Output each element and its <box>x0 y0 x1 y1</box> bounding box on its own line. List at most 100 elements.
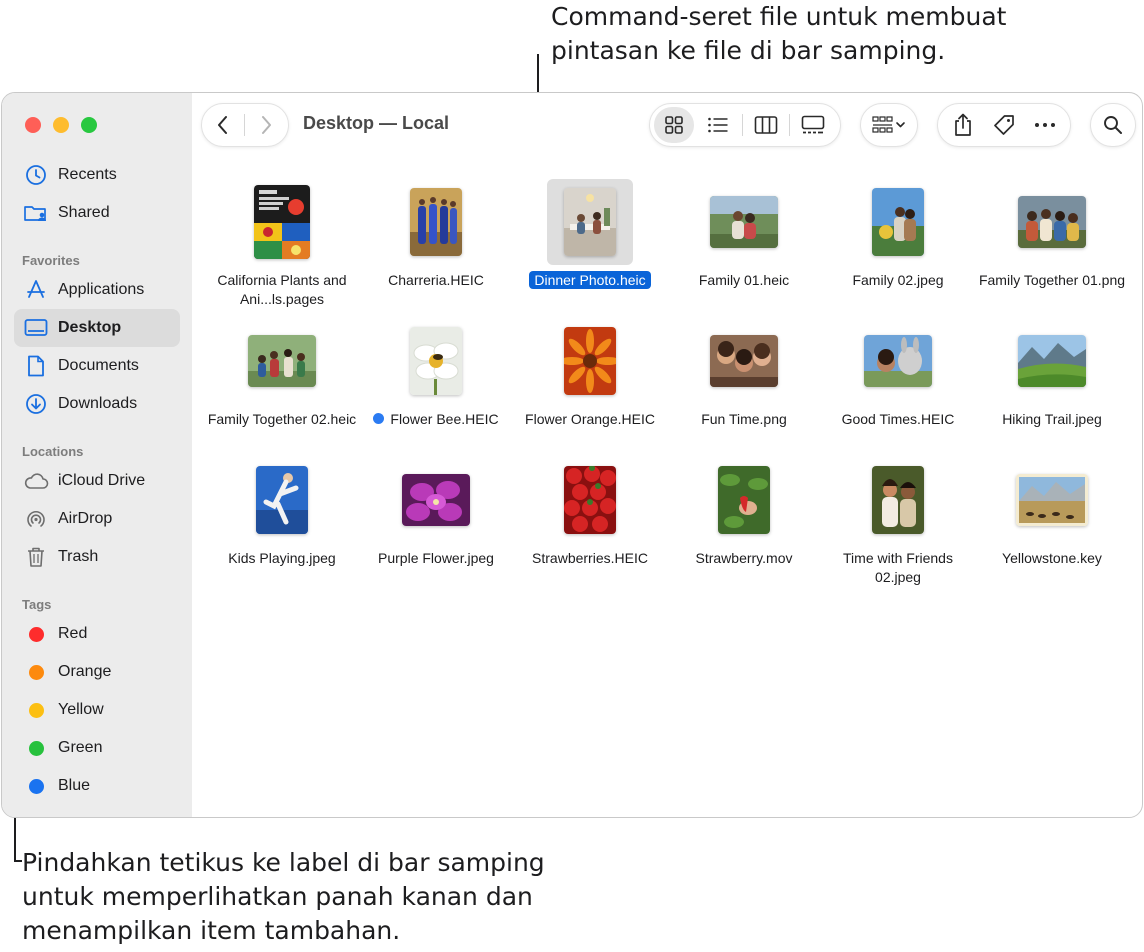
file-item[interactable]: Family Together 01.png <box>975 179 1129 290</box>
sidebar-item-label: Desktop <box>58 319 122 336</box>
file-item[interactable]: Hiking Trail.jpeg <box>975 318 1129 429</box>
cloud-icon <box>14 462 58 500</box>
file-thumbnail <box>239 179 325 265</box>
sidebar-item-desktop[interactable]: Desktop <box>14 309 180 347</box>
list-view-icon <box>708 117 728 133</box>
sidebar-item-label: AirDrop <box>58 510 113 527</box>
file-name: Family 01.heic <box>699 271 789 290</box>
file-name: California Plants and Ani...ls.pages <box>207 271 357 309</box>
file-name-text: Kids Playing.jpeg <box>228 550 336 566</box>
sidebar-item-label: Trash <box>58 548 99 565</box>
sidebar-tag-green[interactable]: Green <box>14 729 180 767</box>
photo-thumbnail <box>1018 335 1086 387</box>
file-name-text: California Plants and Ani...ls.pages <box>217 272 347 307</box>
sidebar-item-downloads[interactable]: Downloads <box>14 385 180 423</box>
photo-thumbnail <box>872 188 924 256</box>
sidebar-item-airdrop[interactable]: AirDrop <box>14 500 180 538</box>
list-view-button[interactable] <box>694 107 742 143</box>
sidebar-section-locations: Locations <box>22 444 84 459</box>
video-thumbnail <box>718 466 770 534</box>
file-name-text: Charreria.HEIC <box>388 272 484 288</box>
photo-thumbnail <box>402 474 470 526</box>
sidebar-item-trash[interactable]: Trash <box>14 538 180 576</box>
sidebar-tag-red[interactable]: Red <box>14 615 180 653</box>
file-item[interactable]: Strawberry.mov <box>667 457 821 568</box>
file-item[interactable]: Charreria.HEIC <box>359 179 513 290</box>
file-item[interactable]: Family 01.heic <box>667 179 821 290</box>
share-button[interactable] <box>943 107 983 143</box>
sidebar-item-documents[interactable]: Documents <box>14 347 180 385</box>
file-name: Purple Flower.jpeg <box>378 549 494 568</box>
file-name: Family Together 02.heic <box>208 410 356 429</box>
more-icon <box>1035 123 1056 127</box>
file-item[interactable]: Flower Orange.HEIC <box>513 318 667 429</box>
navigation-buttons <box>201 103 289 147</box>
sidebar-item-recents[interactable]: Recents <box>14 156 180 194</box>
file-item[interactable]: Purple Flower.jpeg <box>359 457 513 568</box>
file-name-text: Flower Orange.HEIC <box>525 411 655 427</box>
tag-color-dot-icon <box>14 691 58 729</box>
close-window-button[interactable] <box>25 117 41 133</box>
download-icon <box>14 385 58 423</box>
file-item[interactable]: California Plants and Ani...ls.pages <box>205 179 359 309</box>
file-name: Strawberry.mov <box>696 549 793 568</box>
sidebar-item-label: Orange <box>58 663 112 680</box>
icon-view-button[interactable] <box>654 107 694 143</box>
photo-thumbnail <box>564 466 616 534</box>
file-item[interactable]: Flower Bee.HEIC <box>359 318 513 429</box>
action-buttons <box>937 103 1071 147</box>
column-view-button[interactable] <box>743 107 789 143</box>
file-item[interactable]: Fun Time.png <box>667 318 821 429</box>
file-item[interactable]: Dinner Photo.heic <box>513 179 667 290</box>
document-icon <box>14 347 58 385</box>
back-button[interactable] <box>202 107 244 143</box>
file-name-text: Family 02.jpeg <box>852 272 944 288</box>
file-item[interactable]: Yellowstone.key <box>975 457 1129 568</box>
sidebar-tag-blue[interactable]: Blue <box>14 767 180 805</box>
file-item[interactable]: Family Together 02.heic <box>205 318 359 429</box>
sidebar-item-label: Shared <box>58 204 110 221</box>
photo-thumbnail <box>410 327 462 395</box>
sidebar-tag-orange[interactable]: Orange <box>14 653 180 691</box>
file-thumbnail <box>547 318 633 404</box>
callout-top-line-1: Command-seret file untuk membuat <box>551 2 1007 31</box>
sidebar-item-label: iCloud Drive <box>58 472 146 489</box>
more-button[interactable] <box>1025 107 1065 143</box>
file-name: Charreria.HEIC <box>388 271 484 290</box>
gallery-view-button[interactable] <box>790 107 836 143</box>
file-name: Flower Bee.HEIC <box>373 410 499 429</box>
file-item[interactable]: Time with Friends 02.jpeg <box>821 457 975 587</box>
file-thumbnail <box>855 179 941 265</box>
sidebar-item-label: Red <box>58 625 88 642</box>
file-name-text: Family Together 02.heic <box>207 411 357 427</box>
pages-document-thumbnail <box>254 185 310 259</box>
group-by-menu[interactable] <box>860 103 918 147</box>
forward-button[interactable] <box>245 107 287 143</box>
tag-button[interactable] <box>984 107 1024 143</box>
file-item[interactable]: Kids Playing.jpeg <box>205 457 359 568</box>
sidebar-item-applications[interactable]: Applications <box>14 271 180 309</box>
sidebar-tag-yellow[interactable]: Yellow <box>14 691 180 729</box>
file-name-text: Family Together 01.png <box>978 272 1126 288</box>
file-thumbnail <box>393 318 479 404</box>
file-name-text: Family 01.heic <box>698 272 790 288</box>
file-name-text: Flower Bee.HEIC <box>390 411 499 427</box>
finder-window: Recents Shared Favorites Applications De… <box>1 92 1143 818</box>
search-button[interactable] <box>1090 103 1136 147</box>
sidebar-item-icloud-drive[interactable]: iCloud Drive <box>14 462 180 500</box>
file-item[interactable]: Strawberries.HEIC <box>513 457 667 568</box>
chevron-right-icon <box>262 116 271 134</box>
callout-bottom-leader-foot <box>14 860 22 862</box>
keynote-document-thumbnail <box>1016 474 1088 526</box>
file-item[interactable]: Good Times.HEIC <box>821 318 975 429</box>
sidebar-item-label: Downloads <box>58 395 138 412</box>
file-item[interactable]: Family 02.jpeg <box>821 179 975 290</box>
sidebar-item-shared[interactable]: Shared <box>14 194 180 232</box>
shared-folder-icon <box>14 194 58 232</box>
minimize-window-button[interactable] <box>53 117 69 133</box>
file-thumbnail <box>393 179 479 265</box>
zoom-window-button[interactable] <box>81 117 97 133</box>
file-name-text: Hiking Trail.jpeg <box>1002 411 1102 427</box>
file-thumbnail <box>547 457 633 543</box>
window-title: Desktop — Local <box>303 113 450 133</box>
